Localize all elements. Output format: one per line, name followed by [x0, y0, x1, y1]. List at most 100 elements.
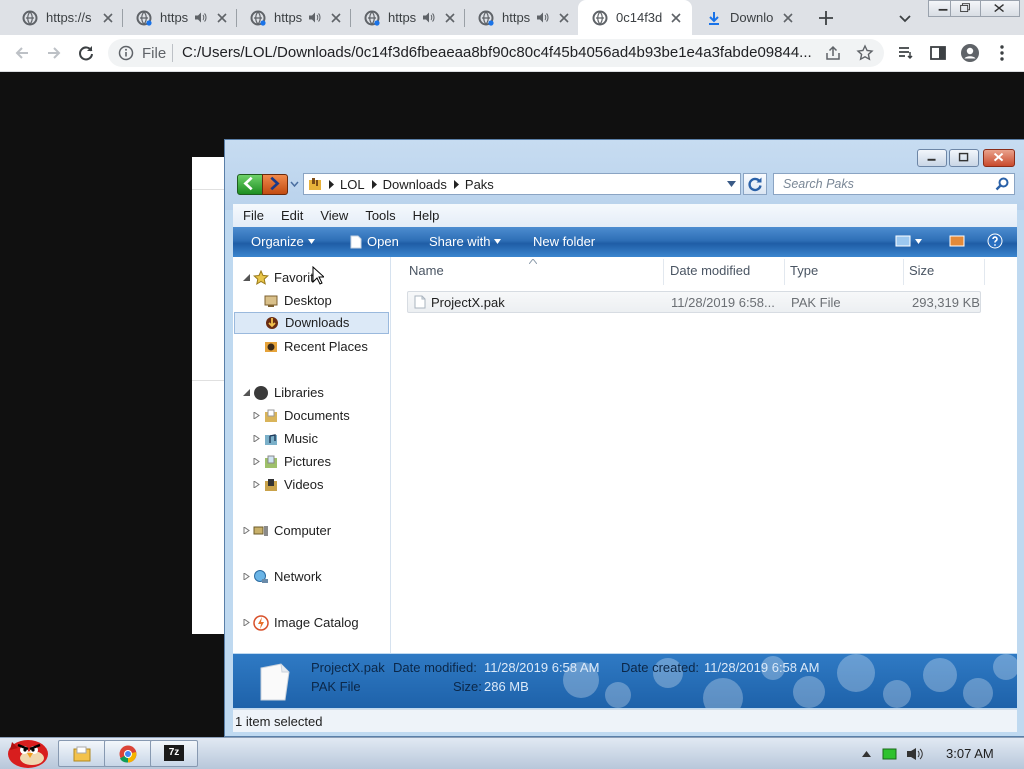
nav-item-music[interactable]: Music [233, 428, 390, 450]
close-tab-icon[interactable] [556, 10, 572, 26]
share-icon[interactable] [824, 44, 842, 62]
refresh-button[interactable] [743, 173, 767, 195]
collapsed-arrow-icon[interactable] [253, 435, 260, 442]
url-text[interactable]: C:/Users/LOL/Downloads/0c14f3d6fbeaeaa8b… [182, 44, 812, 61]
nav-network[interactable]: Network [233, 566, 390, 588]
address-bar[interactable]: File C:/Users/LOL/Downloads/0c14f3d6fbea… [108, 39, 884, 67]
close-tab-icon[interactable] [668, 10, 684, 26]
nav-item-videos[interactable]: Videos [233, 474, 390, 496]
browser-tab[interactable]: https [236, 0, 350, 35]
breadcrumb-arrow-icon[interactable] [328, 180, 334, 189]
column-divider[interactable] [984, 259, 985, 285]
new-tab-icon[interactable] [816, 8, 836, 28]
column-header-type[interactable]: Type [790, 263, 818, 278]
profile-avatar-icon[interactable] [960, 43, 980, 63]
menu-view[interactable]: View [310, 208, 355, 223]
explorer-address-bar[interactable]: LOL Downloads Paks [303, 173, 741, 195]
explorer-minimize-button[interactable] [917, 149, 947, 167]
close-tab-icon[interactable] [442, 10, 458, 26]
show-hidden-icons-arrow-icon[interactable] [862, 751, 871, 757]
collapsed-arrow-icon[interactable] [243, 527, 250, 534]
help-button[interactable] [987, 233, 1003, 249]
column-header-name[interactable]: Name [409, 263, 444, 278]
browser-tab[interactable]: https [350, 0, 464, 35]
breadcrumb-item[interactable]: Downloads [383, 177, 447, 192]
expanded-arrow-icon[interactable] [243, 389, 250, 396]
speaker-icon[interactable] [536, 11, 549, 24]
menu-file[interactable]: File [233, 208, 271, 223]
breadcrumb-arrow-icon[interactable] [371, 180, 377, 189]
chevron-down-icon[interactable] [896, 9, 914, 27]
expanded-arrow-icon[interactable] [243, 274, 250, 281]
side-panel-icon[interactable] [928, 43, 948, 63]
change-view-button[interactable] [895, 235, 922, 248]
column-divider[interactable] [784, 259, 785, 285]
taskbar-explorer-button[interactable] [58, 740, 106, 767]
forward-button[interactable] [262, 174, 288, 195]
browser-tab[interactable]: https://s [8, 0, 122, 35]
breadcrumb-item[interactable]: Paks [465, 177, 494, 192]
collapsed-arrow-icon[interactable] [243, 573, 250, 580]
browser-tab-active[interactable]: 0c14f3d [578, 0, 692, 35]
nav-item-recent-places[interactable]: Recent Places [233, 336, 390, 358]
forward-icon[interactable] [44, 43, 64, 63]
start-button-icon[interactable] [2, 732, 50, 768]
taskbar-7zip-button[interactable]: 7z [150, 740, 198, 767]
speaker-icon[interactable] [194, 11, 207, 24]
nav-image-catalog[interactable]: Image Catalog [233, 612, 390, 634]
preview-pane-button[interactable] [949, 235, 965, 248]
column-header-size[interactable]: Size [909, 263, 934, 278]
battery-icon[interactable] [882, 747, 898, 761]
search-box[interactable]: Search Paks [773, 173, 1015, 195]
browser-tab[interactable]: https [122, 0, 236, 35]
explorer-close-button[interactable] [983, 149, 1015, 167]
nav-item-documents[interactable]: Documents [233, 405, 390, 427]
collapsed-arrow-icon[interactable] [253, 412, 260, 419]
close-tab-icon[interactable] [328, 10, 344, 26]
breadcrumb-item[interactable]: LOL [340, 177, 365, 192]
taskbar-clock[interactable]: 3:07 AM [946, 746, 994, 761]
organize-button[interactable]: Organize [251, 234, 315, 249]
column-header-date-modified[interactable]: Date modified [670, 263, 750, 278]
taskbar-chrome-button[interactable] [104, 740, 152, 767]
collapsed-arrow-icon[interactable] [253, 458, 260, 465]
nav-computer[interactable]: Computer [233, 520, 390, 542]
new-folder-button[interactable]: New folder [533, 234, 595, 249]
back-button[interactable] [237, 174, 263, 195]
close-tab-icon[interactable] [780, 10, 796, 26]
history-dropdown-icon[interactable] [290, 180, 299, 188]
close-window-button[interactable] [980, 0, 1020, 17]
close-tab-icon[interactable] [100, 10, 116, 26]
collapsed-arrow-icon[interactable] [243, 619, 250, 626]
menu-kebab-icon[interactable] [992, 43, 1012, 63]
file-row[interactable]: ProjectX.pak 11/28/2019 6:58... PAK File… [407, 291, 981, 313]
share-with-button[interactable]: Share with [429, 234, 502, 249]
collapsed-arrow-icon[interactable] [253, 481, 260, 488]
menu-help[interactable]: Help [403, 208, 447, 223]
reload-icon[interactable] [76, 43, 96, 63]
explorer-maximize-button[interactable] [949, 149, 979, 167]
menu-tools[interactable]: Tools [355, 208, 402, 223]
speaker-icon[interactable] [308, 11, 321, 24]
column-divider[interactable] [663, 259, 664, 285]
open-button[interactable]: Open [349, 234, 399, 249]
nav-item-pictures[interactable]: Pictures [233, 451, 390, 473]
breadcrumb-arrow-icon[interactable] [453, 180, 459, 189]
speaker-icon[interactable] [422, 11, 435, 24]
browser-tab[interactable]: Downlo [692, 0, 806, 35]
nav-item-desktop[interactable]: Desktop [233, 290, 390, 312]
info-icon[interactable] [118, 45, 134, 61]
column-divider[interactable] [903, 259, 904, 285]
search-icon[interactable] [995, 177, 1009, 191]
restore-button[interactable] [950, 0, 981, 17]
nav-libraries[interactable]: Libraries [233, 382, 390, 404]
reading-list-icon[interactable] [896, 43, 916, 63]
browser-tab[interactable]: https [464, 0, 578, 35]
back-icon[interactable] [12, 43, 32, 63]
bookmark-star-icon[interactable] [856, 44, 874, 62]
nav-item-downloads[interactable]: Downloads [234, 312, 389, 334]
close-tab-icon[interactable] [214, 10, 230, 26]
menu-edit[interactable]: Edit [271, 208, 310, 223]
address-dropdown-icon[interactable] [727, 181, 736, 187]
volume-icon[interactable] [906, 747, 924, 761]
